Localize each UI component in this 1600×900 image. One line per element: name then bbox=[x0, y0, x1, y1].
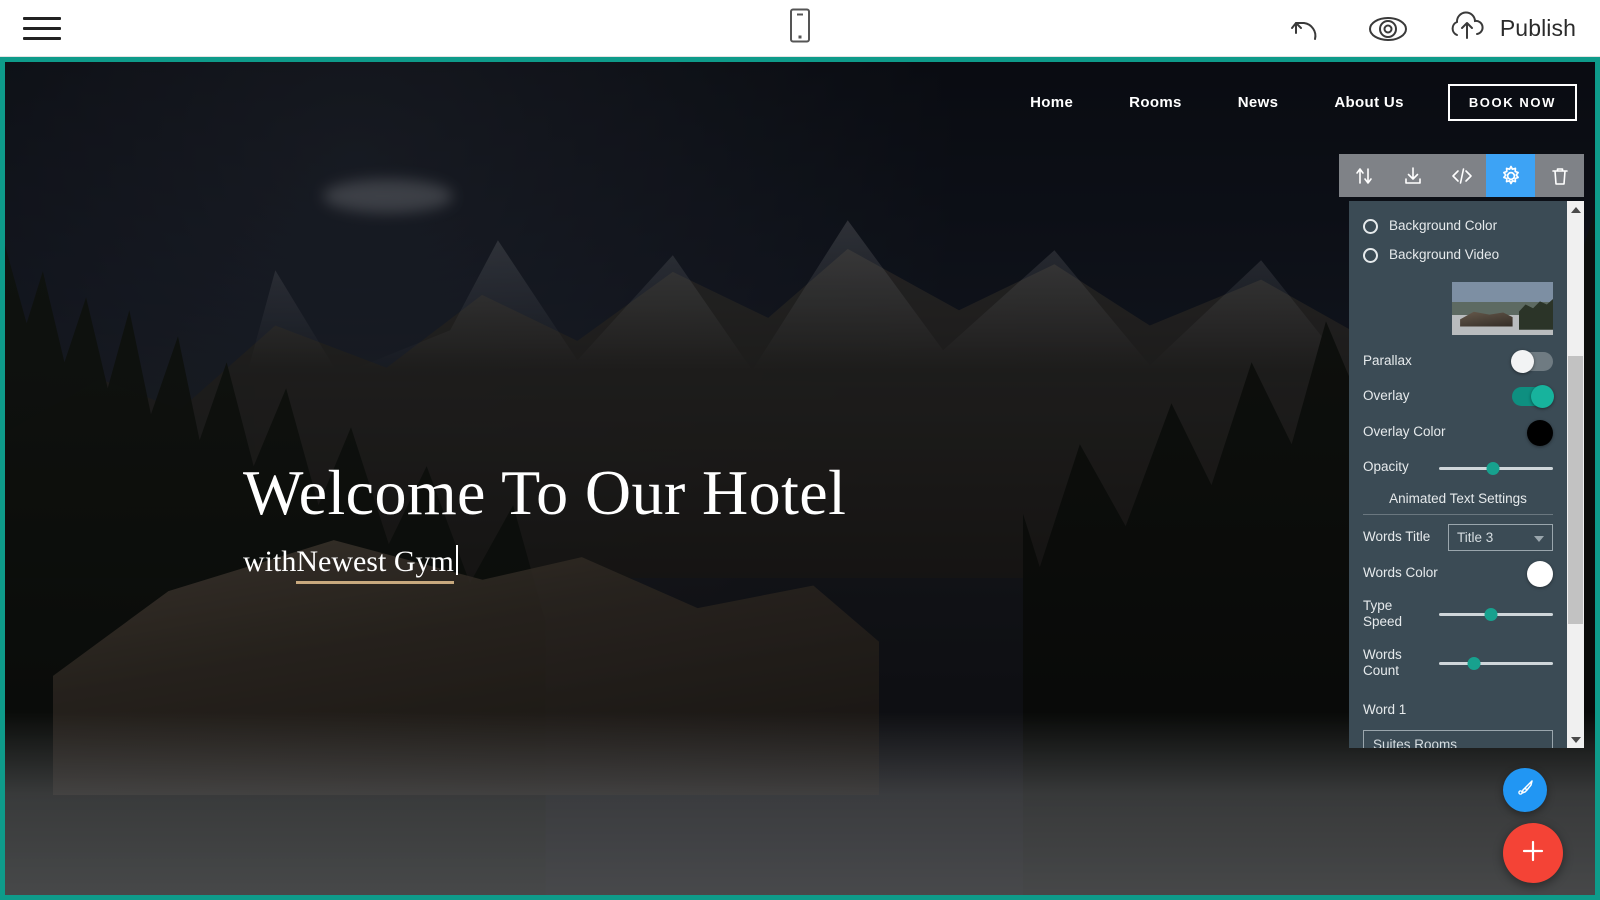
eye-preview-icon[interactable] bbox=[1366, 14, 1410, 44]
words-color-label: Words Color bbox=[1363, 565, 1438, 581]
slider-thumb[interactable] bbox=[1467, 657, 1481, 671]
words-title-value: Title 3 bbox=[1457, 530, 1494, 545]
parallax-toggle[interactable] bbox=[1511, 350, 1553, 373]
opacity-label: Opacity bbox=[1363, 459, 1409, 475]
add-block-fab-button[interactable] bbox=[1503, 823, 1563, 883]
cloud-upload-icon bbox=[1446, 11, 1488, 46]
text-cursor-caret bbox=[455, 544, 458, 575]
editor-canvas: Home Rooms News About Us BOOK NOW Welcom… bbox=[0, 57, 1600, 900]
background-video-option[interactable]: Background Video bbox=[1349, 241, 1567, 270]
hero-block[interactable]: Home Rooms News About Us BOOK NOW Welcom… bbox=[5, 62, 1595, 895]
site-navigation: Home Rooms News About Us BOOK NOW bbox=[1002, 84, 1577, 121]
triangle-up-icon bbox=[1570, 206, 1581, 213]
hamburger-line bbox=[23, 16, 61, 20]
scrollbar-thumb[interactable] bbox=[1568, 356, 1583, 624]
book-now-button[interactable]: BOOK NOW bbox=[1447, 84, 1577, 121]
toggle-knob bbox=[1531, 385, 1554, 408]
scroll-up-arrow-icon[interactable] bbox=[1567, 201, 1584, 218]
overlay-toggle[interactable] bbox=[1512, 385, 1554, 408]
opacity-row: Opacity bbox=[1349, 453, 1567, 482]
hamburger-line bbox=[23, 36, 61, 40]
parallax-row: Parallax bbox=[1349, 347, 1567, 376]
overlay-color-row: Overlay Color bbox=[1349, 418, 1567, 447]
toggle-knob bbox=[1511, 350, 1534, 373]
nav-link-news[interactable]: News bbox=[1210, 94, 1307, 111]
code-editor-icon[interactable] bbox=[1437, 154, 1486, 197]
nav-link-about-us[interactable]: About Us bbox=[1306, 94, 1431, 111]
scroll-down-arrow-icon[interactable] bbox=[1567, 731, 1584, 748]
words-title-row: Words Title Title 3 bbox=[1349, 523, 1567, 552]
move-block-icon[interactable] bbox=[1339, 154, 1388, 197]
word1-row: Word 1 bbox=[1349, 696, 1567, 725]
delete-block-icon[interactable] bbox=[1535, 154, 1584, 197]
plus-add-block-icon bbox=[1518, 836, 1548, 871]
hamburger-menu-icon[interactable] bbox=[10, 0, 74, 57]
hero-title[interactable]: Welcome To Our Hotel bbox=[243, 457, 846, 529]
settings-panel-scrollbar[interactable] bbox=[1567, 201, 1584, 748]
word1-label: Word 1 bbox=[1363, 702, 1407, 718]
words-title-label: Words Title bbox=[1363, 529, 1431, 545]
background-color-option[interactable]: Background Color bbox=[1349, 212, 1567, 241]
hamburger-line bbox=[23, 26, 61, 30]
undo-icon[interactable] bbox=[1290, 13, 1330, 45]
app-bar: Publish bbox=[0, 0, 1600, 57]
publish-label: Publish bbox=[1499, 15, 1576, 41]
block-toolbar bbox=[1339, 154, 1584, 197]
overlay-row: Overlay bbox=[1349, 382, 1567, 411]
words-count-label: Words Count bbox=[1363, 646, 1402, 679]
parallax-label: Parallax bbox=[1363, 353, 1412, 369]
overlay-color-swatch[interactable] bbox=[1527, 419, 1553, 446]
slider-track bbox=[1439, 662, 1553, 666]
chevron-down-icon bbox=[1534, 536, 1544, 542]
download-block-icon[interactable] bbox=[1388, 154, 1437, 197]
hero-subtitle[interactable]: with Newest Gym bbox=[243, 541, 846, 584]
section-divider bbox=[1363, 514, 1553, 515]
type-speed-label: Type Speed bbox=[1363, 598, 1403, 630]
hero-subtitle-lead: with bbox=[243, 544, 297, 578]
nav-link-home[interactable]: Home bbox=[1002, 94, 1101, 111]
words-color-row: Words Color bbox=[1349, 559, 1567, 588]
triangle-down-icon bbox=[1570, 736, 1581, 743]
overlay-color-label: Overlay Color bbox=[1363, 424, 1446, 440]
style-fab-button[interactable] bbox=[1503, 768, 1547, 812]
radio-icon[interactable] bbox=[1363, 219, 1378, 234]
type-speed-row: Type Speed bbox=[1349, 598, 1567, 631]
overlay-label: Overlay bbox=[1363, 388, 1410, 404]
background-image-thumbnail[interactable] bbox=[1452, 282, 1553, 335]
words-count-slider[interactable] bbox=[1439, 653, 1553, 673]
words-color-swatch[interactable] bbox=[1527, 560, 1553, 587]
type-speed-slider[interactable] bbox=[1439, 604, 1553, 624]
nav-link-rooms[interactable]: Rooms bbox=[1101, 94, 1210, 111]
app-bar-actions: Publish bbox=[1290, 0, 1576, 57]
words-count-row: Words Count bbox=[1349, 647, 1567, 680]
slider-thumb[interactable] bbox=[1486, 461, 1500, 475]
word1-input[interactable]: Suites Rooms bbox=[1363, 729, 1553, 748]
words-title-select[interactable]: Title 3 bbox=[1448, 524, 1553, 551]
publish-button[interactable]: Publish bbox=[1446, 11, 1576, 46]
radio-icon[interactable] bbox=[1363, 248, 1378, 263]
block-settings-panel: Background Color Background Video Parall… bbox=[1349, 201, 1584, 748]
opacity-slider[interactable] bbox=[1439, 458, 1553, 478]
hero-text-group: Welcome To Our Hotel with Newest Gym bbox=[243, 457, 846, 584]
background-color-label: Background Color bbox=[1389, 218, 1498, 234]
slider-thumb[interactable] bbox=[1484, 608, 1498, 622]
animated-text-settings-title: Animated Text Settings bbox=[1389, 491, 1527, 506]
settings-panel-body: Background Color Background Video Parall… bbox=[1349, 201, 1567, 748]
paintbrush-style-icon bbox=[1514, 777, 1536, 804]
mobile-device-icon[interactable] bbox=[785, 6, 815, 51]
background-video-label: Background Video bbox=[1389, 247, 1500, 263]
hero-animated-word: Newest Gym bbox=[296, 545, 454, 584]
block-settings-gear-icon[interactable] bbox=[1486, 154, 1535, 197]
